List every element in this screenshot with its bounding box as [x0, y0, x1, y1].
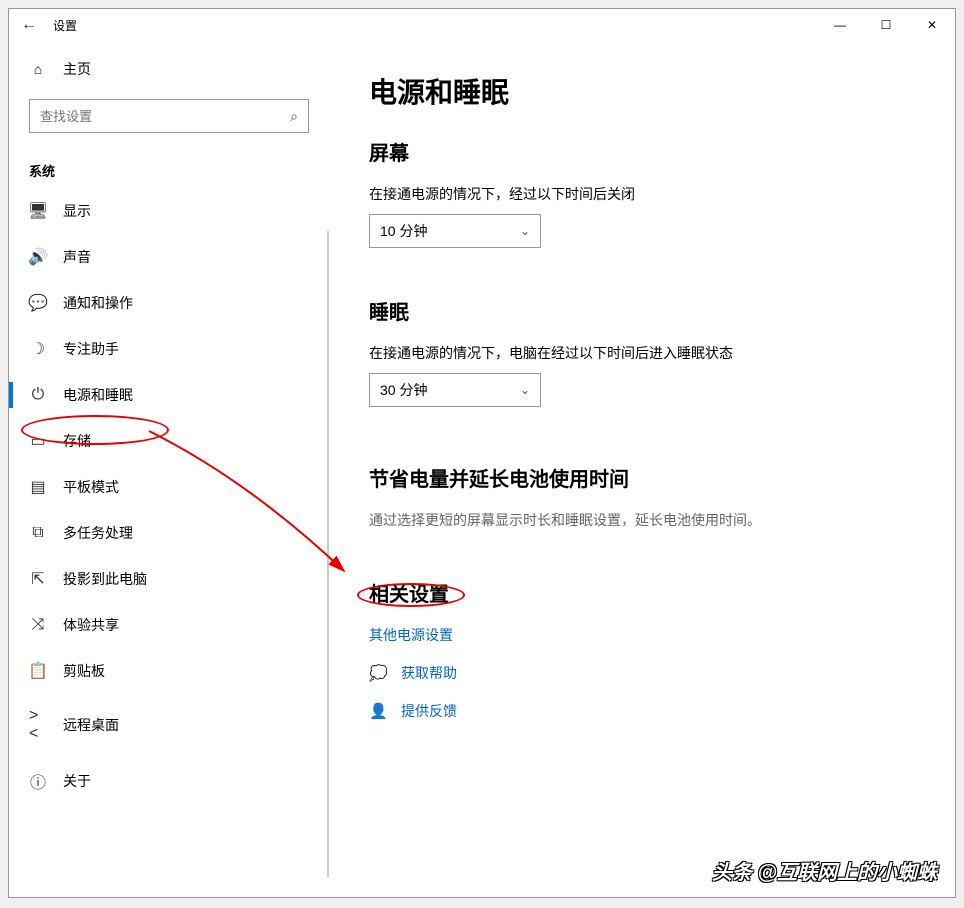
nav-shared[interactable]: ⤨ 体验共享: [9, 602, 329, 648]
window-controls: — ☐ ✕: [817, 9, 955, 41]
maximize-button[interactable]: ☐: [863, 9, 909, 41]
sleep-heading: 睡眠: [369, 296, 915, 325]
nav-label: 声音: [63, 247, 91, 267]
nav-label: 体验共享: [63, 615, 119, 635]
home-icon: ⌂: [29, 61, 47, 77]
clipboard-icon: 📋: [29, 661, 47, 681]
window-title: 设置: [53, 17, 77, 34]
minimize-button[interactable]: —: [817, 9, 863, 41]
focus-icon: ☽: [29, 339, 47, 359]
nav-multitask[interactable]: ⧉ 多任务处理: [9, 510, 329, 556]
nav-label: 存储: [63, 431, 91, 451]
content-pane: 电源和睡眠 屏幕 在接通电源的情况下，经过以下时间后关闭 10 分钟 ⌄ 睡眠 …: [329, 41, 955, 897]
search-box[interactable]: ⌕: [29, 99, 309, 133]
feedback-icon: 👤: [369, 702, 387, 720]
feedback-link: 提供反馈: [401, 701, 457, 721]
nav-notifications[interactable]: 💬 通知和操作: [9, 280, 329, 326]
other-power-settings-link[interactable]: 其他电源设置: [369, 625, 915, 645]
nav-focus[interactable]: ☽ 专注助手: [9, 326, 329, 372]
close-button[interactable]: ✕: [909, 9, 955, 41]
titlebar: ← 设置 — ☐ ✕: [9, 9, 955, 41]
chevron-down-icon: ⌄: [520, 383, 530, 397]
nav-tablet[interactable]: ▤ 平板模式: [9, 464, 329, 510]
nav-label: 投影到此电脑: [63, 569, 147, 589]
search-icon: ⌕: [290, 108, 298, 125]
nav-label: 剪贴板: [63, 661, 105, 681]
share-icon: ⤨: [29, 616, 47, 634]
nav-label: 远程桌面: [63, 715, 119, 735]
select-value: 10 分钟: [380, 221, 427, 241]
nav-label: 专注助手: [63, 339, 119, 359]
nav-about[interactable]: ⓘ 关于: [9, 756, 329, 806]
feedback-row[interactable]: 👤 提供反馈: [369, 701, 915, 721]
about-icon: ⓘ: [29, 769, 47, 793]
chevron-down-icon: ⌄: [520, 224, 530, 238]
battery-heading: 节省电量并延长电池使用时间: [369, 463, 915, 492]
screen-timeout-select[interactable]: 10 分钟 ⌄: [369, 214, 541, 248]
get-help-row[interactable]: 💭 获取帮助: [369, 663, 915, 683]
storage-icon: ▭: [29, 431, 47, 451]
screen-heading: 屏幕: [369, 137, 915, 166]
sleep-timeout-select[interactable]: 30 分钟 ⌄: [369, 373, 541, 407]
tablet-icon: ▤: [29, 477, 47, 497]
notify-icon: 💬: [29, 293, 47, 313]
multitask-icon: ⧉: [29, 524, 47, 542]
remote-icon: ><: [29, 707, 47, 743]
nav-display[interactable]: 🖥 显示: [9, 188, 329, 234]
get-help-link: 获取帮助: [401, 663, 457, 683]
search-input[interactable]: [40, 109, 290, 124]
project-icon: ⇱: [29, 569, 47, 589]
nav-power-sleep[interactable]: ⏻ 电源和睡眠: [9, 372, 329, 418]
settings-window: ← 设置 — ☐ ✕ ⌂ 主页 ⌕ 系统 🖥 显示 🔊 声音 💬 通知和操作 ☽ 专注助…: [8, 8, 956, 898]
nav-label: 关于: [63, 771, 91, 791]
nav-label: 通知和操作: [63, 293, 133, 313]
back-button[interactable]: ←: [21, 16, 53, 34]
nav-project[interactable]: ⇱ 投影到此电脑: [9, 556, 329, 602]
nav-storage[interactable]: ▭ 存储: [9, 418, 329, 464]
nav-label: 多任务处理: [63, 523, 133, 543]
home-link[interactable]: ⌂ 主页: [9, 49, 329, 89]
battery-text: 通过选择更短的屏幕显示时长和睡眠设置，延长电池使用时间。: [369, 510, 915, 530]
sleep-label: 在接通电源的情况下，电脑在经过以下时间后进入睡眠状态: [369, 343, 915, 363]
sidebar: ⌂ 主页 ⌕ 系统 🖥 显示 🔊 声音 💬 通知和操作 ☽ 专注助手 ⏻ 电源和睡眠 ▭ 存…: [9, 41, 329, 897]
section-label: 系统: [9, 143, 329, 188]
display-icon: 🖥: [29, 201, 47, 221]
nav-remote[interactable]: >< 远程桌面: [9, 694, 329, 756]
window-body: ⌂ 主页 ⌕ 系统 🖥 显示 🔊 声音 💬 通知和操作 ☽ 专注助手 ⏻ 电源和睡眠 ▭ 存…: [9, 41, 955, 897]
nav-sound[interactable]: 🔊 声音: [9, 234, 329, 280]
nav-clipboard[interactable]: 📋 剪贴板: [9, 648, 329, 694]
home-label: 主页: [63, 59, 91, 79]
related-heading: 相关设置: [369, 578, 915, 607]
sound-icon: 🔊: [29, 247, 47, 267]
nav-label: 电源和睡眠: [63, 385, 133, 405]
screen-label: 在接通电源的情况下，经过以下时间后关闭: [369, 184, 915, 204]
page-title: 电源和睡眠: [369, 71, 915, 111]
power-icon: ⏻: [29, 386, 47, 404]
help-icon: 💭: [369, 664, 387, 682]
nav-label: 平板模式: [63, 477, 119, 497]
select-value: 30 分钟: [380, 380, 427, 400]
nav-label: 显示: [63, 201, 91, 221]
